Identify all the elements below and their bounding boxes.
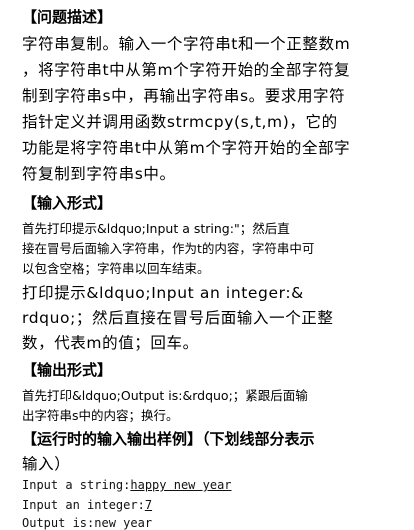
problem-page: 【问题描述】 字符串复制。输入一个字符串t和一个正整数m ，将字符串t中从第m个… <box>0 0 414 530</box>
output-line-2: 出字符串s中的内容；换行。 <box>22 408 179 423</box>
output-line-1: 首先打印&ldquo;Output is:&rdquo;；紧跟后面输 <box>22 388 308 403</box>
problem-heading: 【问题描述】 <box>22 8 113 26</box>
input-line-5: rdquo;；然后直接在冒号后面输入一个正整 <box>22 309 334 327</box>
input-line-4: 打印提示&ldquo;Input an integer:& <box>22 284 304 302</box>
input-heading: 【输入形式】 <box>22 194 113 212</box>
sample-prompt-1: Input a string: <box>22 478 131 492</box>
sample-input-1: happy new year <box>130 478 232 492</box>
sample-input-2: 7 <box>144 498 153 512</box>
input-line-1: 首先打印提示&ldquo;Input a string:"；然后直 <box>22 221 290 236</box>
output-heading: 【输出形式】 <box>22 361 113 379</box>
problem-line-2: ，将字符串t中从第m个字符开始的全部字符复 <box>22 61 351 79</box>
sample-heading-2: 输入） <box>22 455 71 473</box>
problem-line-4: 指针定义并调用函数strmcpy(s,t,m)，它的 <box>22 113 338 131</box>
problem-line-1: 字符串复制。输入一个字符串t和一个正整数m <box>22 35 351 53</box>
sample-prompt-2: Input an integer: <box>22 498 145 512</box>
sample-line-1: Input a string:happy new year <box>22 478 232 492</box>
problem-line-3: 制到字符串s中，再输出字符串s。要求用字符 <box>22 87 346 105</box>
sample-line-3: Output is:new year <box>22 516 153 530</box>
input-line-6: 数，代表m的值；回车。 <box>22 334 199 352</box>
input-line-3: 以包含空格；字符串以回车结束。 <box>22 261 210 276</box>
problem-line-6: 符复制到字符串s中。 <box>22 165 176 183</box>
problem-line-5: 功能是将字符串t中从第m个字符开始的全部字 <box>22 139 351 157</box>
sample-line-2: Input an integer:7 <box>22 498 152 512</box>
sample-heading: 【运行时的输入输出样例】（下划线部分表示 <box>22 430 315 448</box>
input-line-2: 接在冒号后面输入字符串，作为t的内容，字符串中可 <box>22 241 315 256</box>
